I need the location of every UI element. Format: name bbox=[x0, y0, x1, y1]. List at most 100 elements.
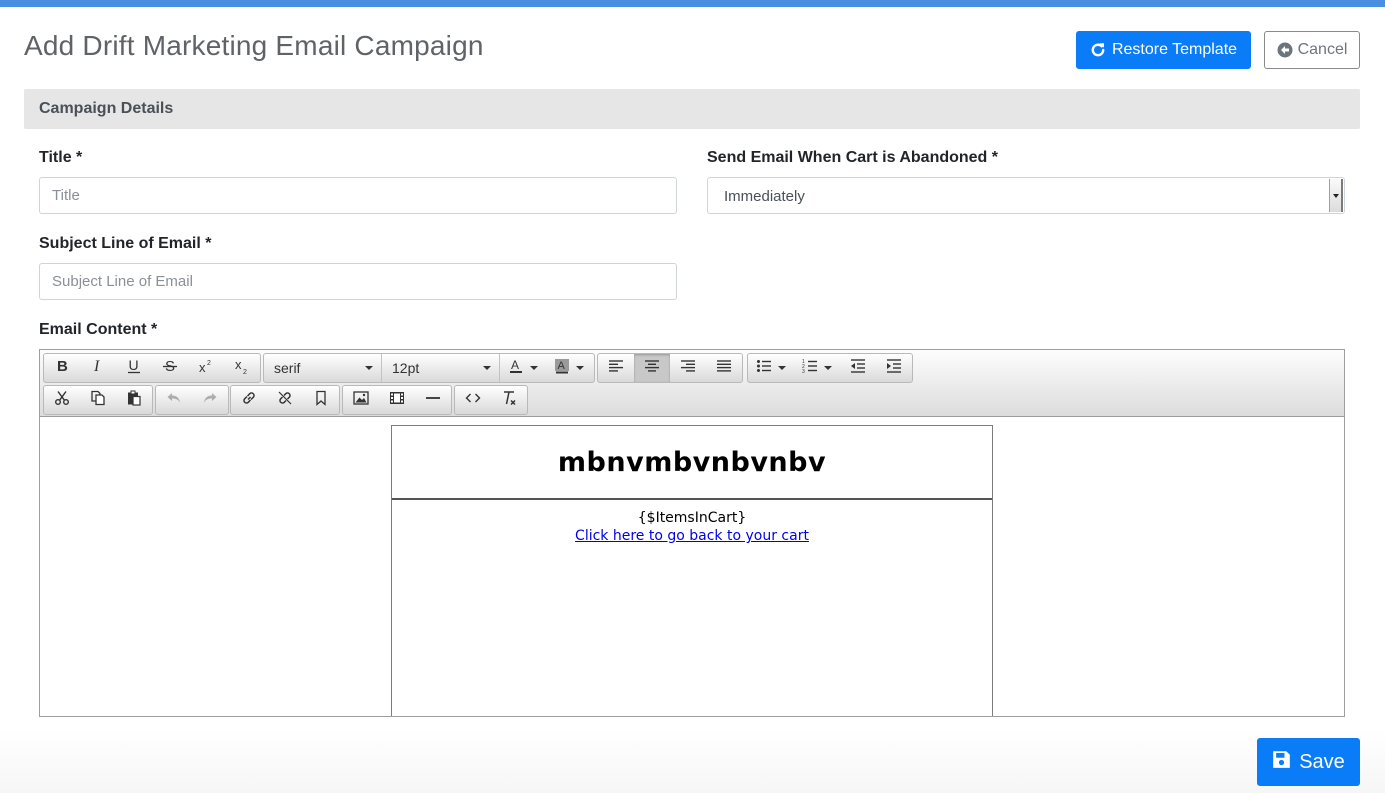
bold-icon: B bbox=[54, 358, 70, 379]
restore-template-label: Restore Template bbox=[1111, 41, 1238, 58]
unlink-icon bbox=[277, 390, 293, 411]
format-group: B I U S x2 x2 bbox=[43, 353, 261, 383]
link-icon bbox=[241, 390, 257, 411]
save-label: Save bbox=[1299, 750, 1345, 773]
send-timing-value: Immediately bbox=[724, 188, 805, 205]
chevron-down-icon bbox=[824, 366, 832, 370]
numbered-list-icon: 123 bbox=[802, 358, 818, 379]
align-right-icon bbox=[680, 358, 696, 379]
indent-button[interactable] bbox=[876, 354, 912, 382]
cancel-button[interactable]: Cancel bbox=[1264, 31, 1360, 69]
svg-text:A: A bbox=[558, 360, 566, 372]
svg-text:A: A bbox=[511, 358, 519, 372]
font-size-value: 12pt bbox=[392, 360, 420, 376]
background-color-button[interactable]: A bbox=[546, 354, 592, 382]
chevron-down-icon bbox=[778, 366, 786, 370]
save-button[interactable]: Save bbox=[1257, 738, 1360, 786]
send-timing-label: Send Email When Cart is Abandoned * bbox=[707, 149, 998, 166]
send-timing-select[interactable]: Immediately bbox=[707, 177, 1345, 214]
outdent-icon bbox=[850, 358, 866, 379]
chevron-down-icon bbox=[530, 366, 538, 370]
cart-link-container: Click here to go back to your cart bbox=[392, 528, 992, 544]
numbered-list-button[interactable]: 123 bbox=[794, 354, 840, 382]
undo-icon bbox=[166, 390, 182, 411]
image-icon bbox=[353, 390, 369, 411]
clear-formatting-icon bbox=[501, 390, 517, 411]
svg-text:2: 2 bbox=[207, 360, 211, 367]
align-right-button[interactable] bbox=[670, 354, 706, 382]
underline-button[interactable]: U bbox=[116, 354, 152, 382]
page-title: Add Drift Marketing Email Campaign bbox=[24, 30, 484, 61]
arrow-circle-left-icon bbox=[1277, 42, 1293, 58]
bookmark-button[interactable] bbox=[303, 386, 339, 414]
text-color-button[interactable]: A bbox=[500, 354, 546, 382]
undo-button[interactable] bbox=[156, 386, 192, 414]
source-code-icon bbox=[465, 390, 481, 411]
image-button[interactable] bbox=[343, 386, 379, 414]
copy-button[interactable] bbox=[80, 386, 116, 414]
font-family-select[interactable]: serif bbox=[264, 354, 382, 382]
outdent-button[interactable] bbox=[840, 354, 876, 382]
paste-button[interactable] bbox=[116, 386, 152, 414]
bullet-list-icon bbox=[756, 358, 772, 379]
chevron-down-icon[interactable] bbox=[1329, 179, 1343, 212]
chevron-down-icon bbox=[483, 366, 491, 370]
superscript-icon: x2 bbox=[198, 358, 214, 379]
editor-content-area[interactable]: mbnvmbvnbvnbv {$ItemsInCart} Click here … bbox=[40, 417, 1344, 716]
email-template-frame: mbnvmbvnbvnbv {$ItemsInCart} Click here … bbox=[391, 425, 993, 716]
bold-button[interactable]: B bbox=[44, 354, 80, 382]
cancel-label: Cancel bbox=[1297, 41, 1348, 58]
svg-text:U: U bbox=[129, 358, 139, 373]
media-button[interactable] bbox=[379, 386, 415, 414]
redo-button[interactable] bbox=[192, 386, 228, 414]
items-in-cart-placeholder: {$ItemsInCart} bbox=[637, 510, 747, 526]
subscript-button[interactable]: x2 bbox=[224, 354, 260, 382]
align-center-button[interactable] bbox=[634, 354, 670, 382]
align-justify-button[interactable] bbox=[706, 354, 742, 382]
unlink-button[interactable] bbox=[267, 386, 303, 414]
strikethrough-button[interactable]: S bbox=[152, 354, 188, 382]
italic-icon: I bbox=[90, 358, 106, 379]
align-center-icon bbox=[644, 358, 660, 379]
superscript-button[interactable]: x2 bbox=[188, 354, 224, 382]
title-input[interactable] bbox=[39, 177, 677, 214]
svg-text:x: x bbox=[235, 358, 242, 372]
cut-button[interactable] bbox=[44, 386, 80, 414]
back-to-cart-link[interactable]: Click here to go back to your cart bbox=[575, 528, 809, 544]
email-heading: mbnvmbvnbvnbv bbox=[557, 446, 827, 478]
bullet-list-button[interactable] bbox=[748, 354, 794, 382]
italic-button[interactable]: I bbox=[80, 354, 116, 382]
subject-label: Subject Line of Email * bbox=[39, 235, 212, 252]
svg-text:I: I bbox=[93, 358, 100, 374]
restore-template-button[interactable]: Restore Template bbox=[1076, 31, 1251, 69]
alignment-group bbox=[597, 353, 743, 383]
section-title: Campaign Details bbox=[39, 100, 174, 117]
strikethrough-icon: S bbox=[162, 358, 178, 379]
clear-formatting-button[interactable] bbox=[491, 386, 527, 414]
align-left-icon bbox=[608, 358, 624, 379]
link-button[interactable] bbox=[231, 386, 267, 414]
source-code-button[interactable] bbox=[455, 386, 491, 414]
history-group bbox=[155, 385, 229, 415]
underline-icon: U bbox=[126, 357, 142, 379]
title-label: Title * bbox=[39, 149, 83, 166]
footer-area bbox=[0, 728, 1385, 793]
subscript-icon: x2 bbox=[234, 357, 250, 379]
link-group bbox=[230, 385, 340, 415]
email-content-label: Email Content * bbox=[39, 321, 158, 338]
svg-text:x: x bbox=[199, 360, 206, 374]
rich-text-editor: B I U S x2 x2 serif 12pt A A 123 mbnvmbv… bbox=[39, 349, 1345, 717]
subject-input[interactable] bbox=[39, 263, 677, 300]
paste-icon bbox=[126, 390, 142, 411]
align-left-button[interactable] bbox=[598, 354, 634, 382]
horizontal-rule-icon bbox=[425, 390, 441, 411]
horizontal-rule-button[interactable] bbox=[415, 386, 451, 414]
indent-icon bbox=[886, 358, 902, 379]
chevron-down-icon bbox=[576, 366, 584, 370]
svg-text:2: 2 bbox=[243, 369, 247, 374]
font-group: serif 12pt A A bbox=[263, 353, 595, 383]
font-size-select[interactable]: 12pt bbox=[382, 354, 500, 382]
clipboard-group bbox=[43, 385, 153, 415]
font-family-value: serif bbox=[274, 360, 301, 376]
cut-icon bbox=[54, 390, 70, 411]
